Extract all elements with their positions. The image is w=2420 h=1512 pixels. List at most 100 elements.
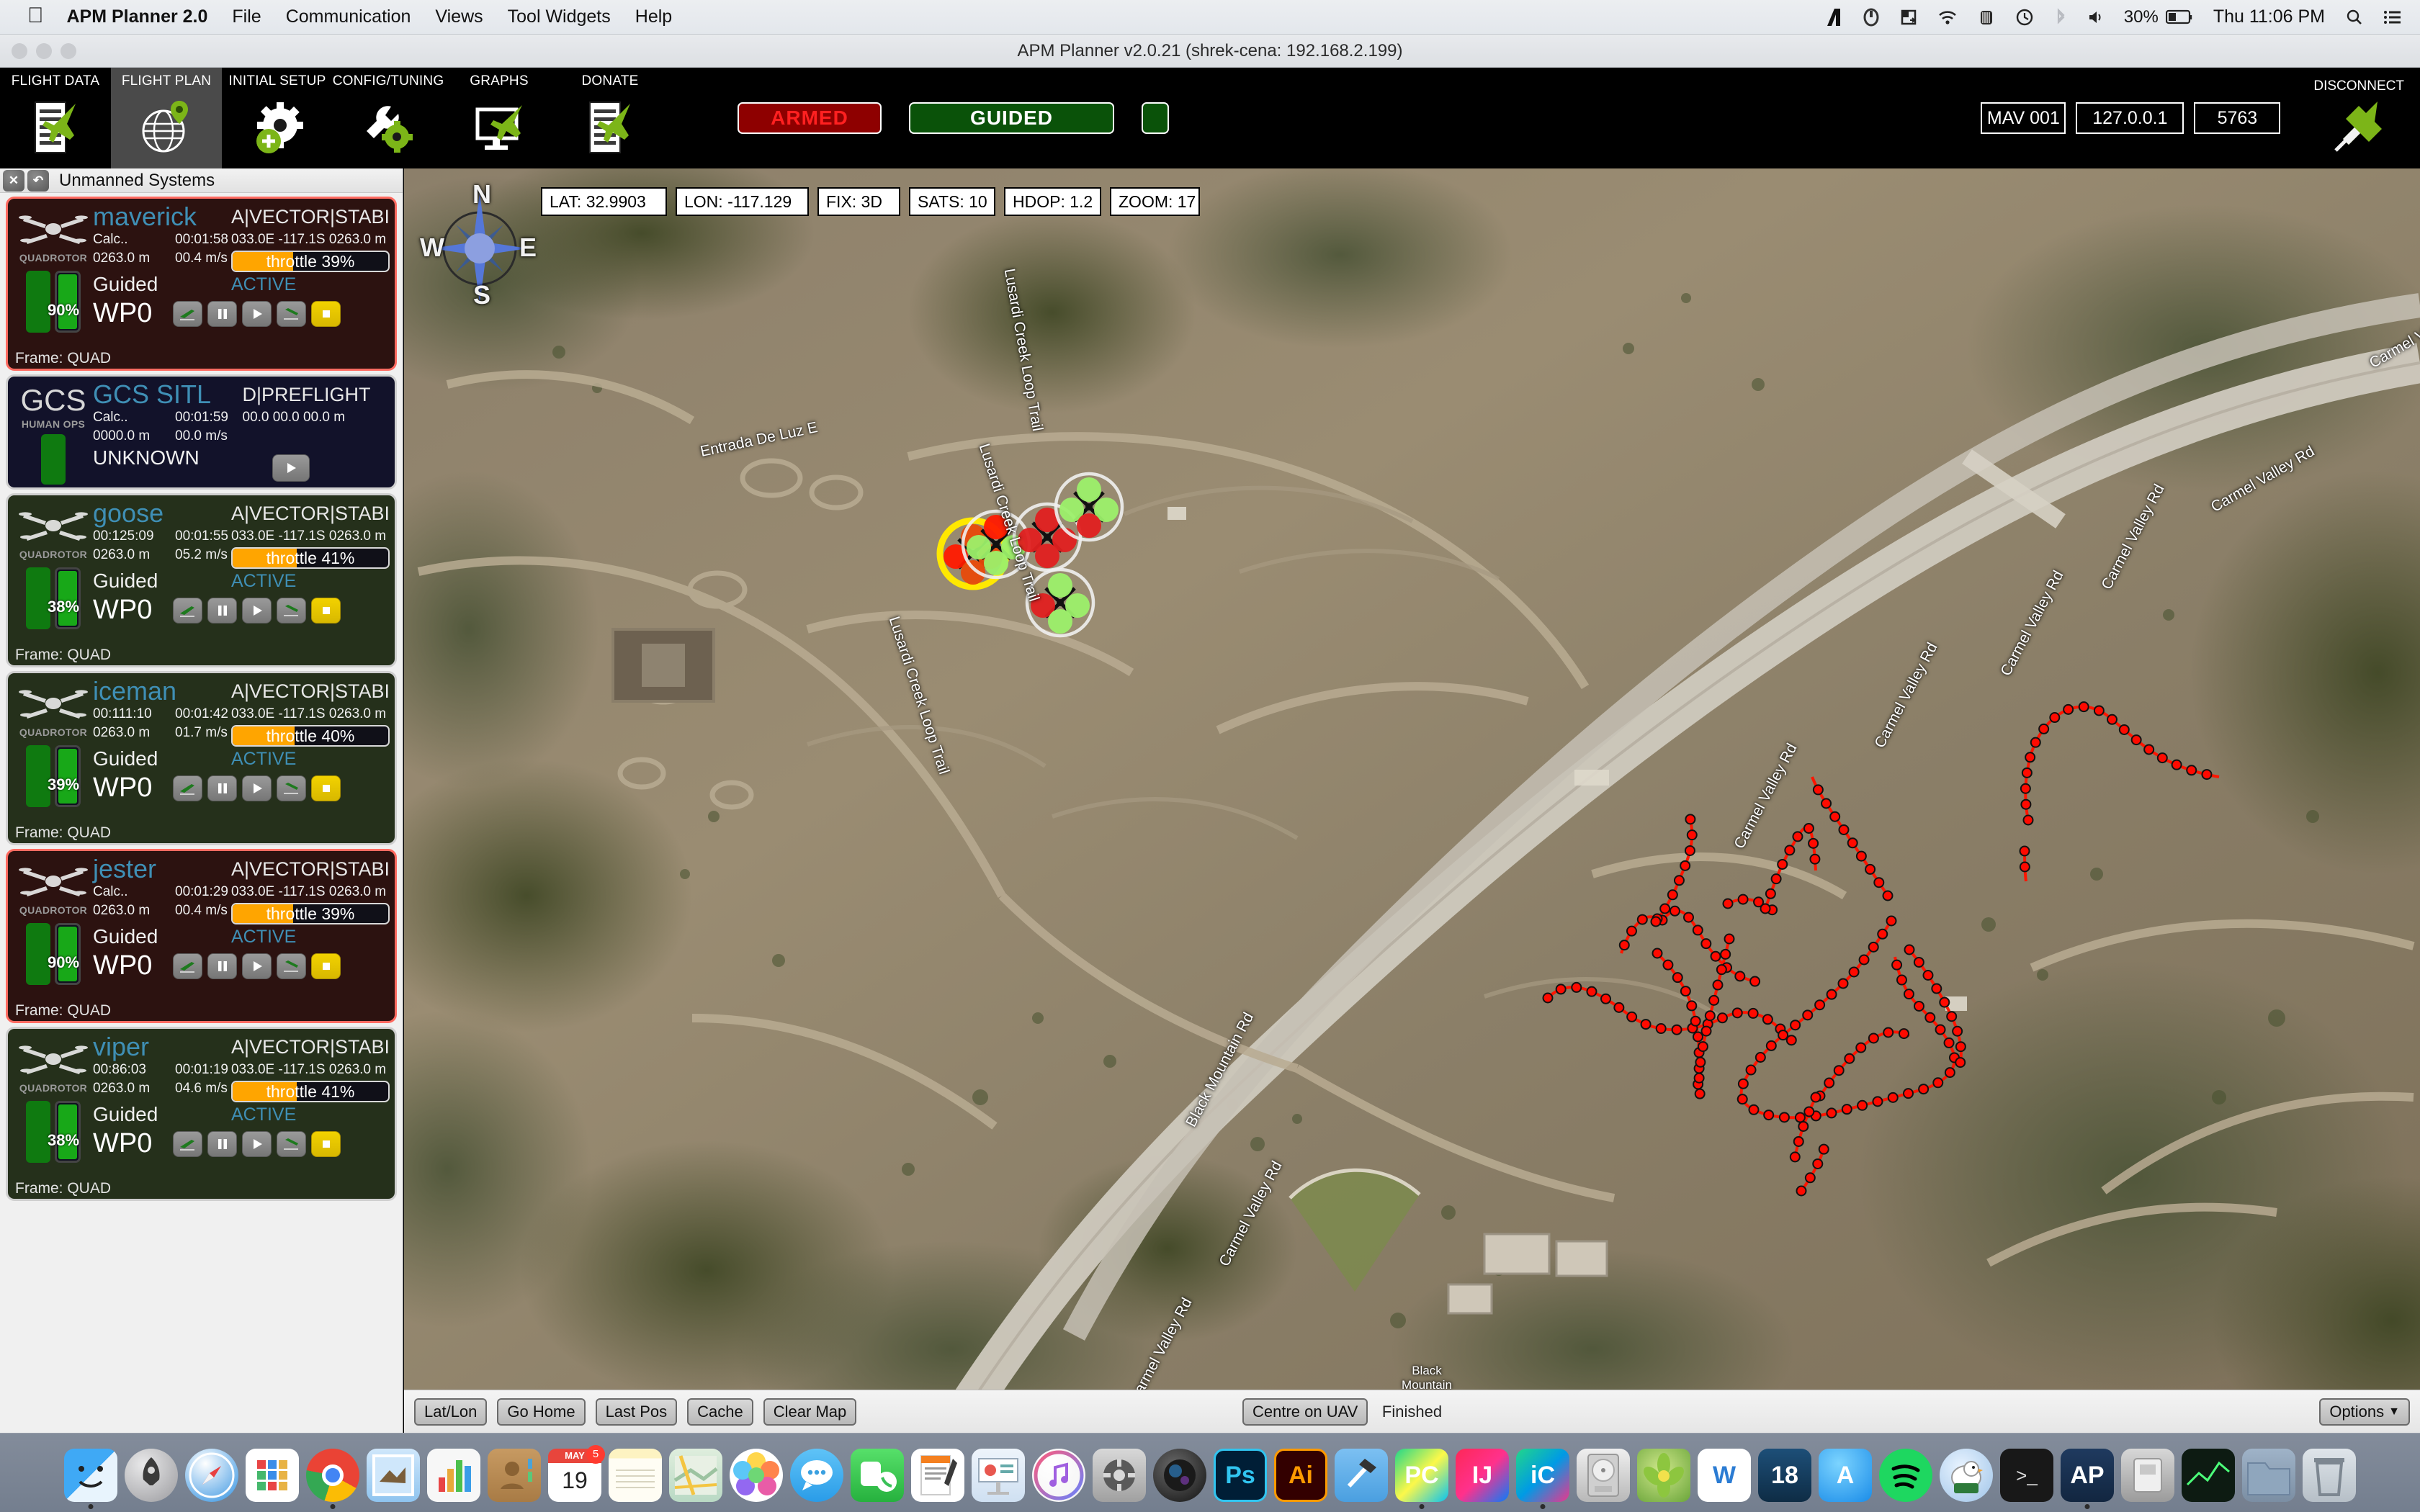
dock-icon-pycharm[interactable]: PC bbox=[1395, 1449, 1448, 1509]
battery-icon[interactable] bbox=[2165, 9, 2195, 26]
dock-icon-safari[interactable] bbox=[185, 1449, 238, 1502]
flight-mode-button[interactable]: GUIDED bbox=[909, 102, 1114, 134]
vehicle-land-button[interactable] bbox=[277, 300, 306, 327]
vehicle-stop-button[interactable] bbox=[311, 775, 341, 801]
vehicle-card-viper[interactable]: QUADROTOR 38% viper A|VECTOR|STABI 00:86… bbox=[6, 1027, 397, 1201]
notification-list-icon[interactable] bbox=[2383, 8, 2403, 27]
dock-icon-illustrator[interactable]: Ai bbox=[1274, 1449, 1327, 1502]
dock-icon-git[interactable] bbox=[1637, 1449, 1690, 1502]
map-go-home-button[interactable]: Go Home bbox=[497, 1398, 586, 1426]
uav-marker-viper[interactable] bbox=[1025, 567, 1095, 638]
dock-icon-facetime[interactable] bbox=[851, 1449, 904, 1502]
dock-icon-notes[interactable] bbox=[609, 1449, 662, 1502]
vehicle-card-gcs-sitl[interactable]: GCS HUMAN OPS GCS SITL D|PREFLIGHT Calc.… bbox=[6, 374, 397, 490]
menubar-clock[interactable]: Thu 11:06 PM bbox=[2213, 6, 2325, 27]
dock-icon-camera[interactable] bbox=[1153, 1449, 1206, 1502]
dock-icon-apmplanner[interactable]: AP bbox=[2061, 1449, 2114, 1509]
zoom-window-button[interactable] bbox=[60, 43, 76, 59]
vehicle-takeoff-button[interactable] bbox=[173, 300, 202, 327]
uav-marker-jester[interactable] bbox=[1054, 472, 1124, 542]
close-icon[interactable]: ✕ bbox=[3, 169, 24, 192]
vehicle-card-jester[interactable]: QUADROTOR 90% jester A|VECTOR|STABI Calc… bbox=[6, 849, 397, 1023]
map-canvas[interactable] bbox=[404, 168, 2420, 1433]
vehicle-play-button[interactable] bbox=[242, 1130, 272, 1157]
volume-icon[interactable] bbox=[2087, 8, 2105, 27]
vehicle-stop-button[interactable] bbox=[311, 1130, 341, 1157]
menu-tool-widgets[interactable]: Tool Widgets bbox=[508, 6, 611, 27]
search-icon[interactable] bbox=[2345, 8, 2364, 27]
port-field[interactable]: 5763 bbox=[2194, 102, 2281, 134]
vehicle-play-button[interactable] bbox=[242, 775, 272, 801]
dock-icon-chrome[interactable] bbox=[306, 1449, 359, 1509]
dock-icon-keynote[interactable] bbox=[972, 1449, 1025, 1502]
map-view[interactable]: N S W E LAT: 32.9903 LON: -117.129 FIX: 3D… bbox=[404, 168, 2420, 1433]
menu-communication[interactable]: Communication bbox=[286, 6, 411, 27]
vehicle-pause-button[interactable] bbox=[207, 1130, 237, 1157]
wifi-icon[interactable] bbox=[1937, 8, 1958, 27]
vehicle-takeoff-button[interactable] bbox=[173, 775, 202, 801]
menu-file[interactable]: File bbox=[232, 6, 261, 27]
vehicle-card-maverick[interactable]: QUADROTOR 90% maverick A|VECTOR|STABI Ca… bbox=[6, 197, 397, 371]
map-button-group[interactable]: Lat/Lon Go Home Last Pos Cache Clear Map bbox=[404, 1398, 857, 1426]
vehicle-takeoff-button[interactable] bbox=[173, 1130, 202, 1157]
dock-icon-calendar[interactable]: MAY 19 5 bbox=[548, 1445, 605, 1502]
dock-icon-graph[interactable] bbox=[2182, 1449, 2235, 1502]
status-indicator-button[interactable] bbox=[1142, 102, 1169, 134]
vehicle-pause-button[interactable] bbox=[207, 597, 237, 624]
minimize-window-button[interactable] bbox=[36, 43, 52, 59]
dock-icon-systemprefs[interactable] bbox=[1093, 1449, 1146, 1502]
vehicle-stop-button[interactable] bbox=[311, 300, 341, 327]
dock-icon-mail[interactable] bbox=[367, 1449, 420, 1502]
vehicle-play-button[interactable] bbox=[242, 300, 272, 327]
host-field[interactable]: 127.0.0.1 bbox=[2076, 102, 2184, 134]
dock-icon-messages[interactable] bbox=[790, 1449, 843, 1502]
dock-icon-contacts[interactable] bbox=[488, 1449, 541, 1502]
dock-icon-downloads[interactable] bbox=[2242, 1449, 2295, 1502]
vehicle-play-button[interactable] bbox=[242, 597, 272, 624]
close-window-button[interactable] bbox=[12, 43, 27, 59]
menubar-app-name[interactable]: APM Planner 2.0 bbox=[67, 6, 208, 27]
dock-icon-intellij[interactable]: IJ bbox=[1456, 1449, 1509, 1502]
dropbox-icon[interactable] bbox=[1862, 7, 1881, 27]
dock-icon-mapleton[interactable]: 18 bbox=[1758, 1449, 1811, 1502]
dock-icon-spotify[interactable] bbox=[1879, 1449, 1932, 1502]
apple-icon[interactable]:  bbox=[27, 4, 44, 27]
tab-initial-setup[interactable]: INITIAL SETUP bbox=[222, 68, 333, 168]
map-clear-map-button[interactable]: Clear Map bbox=[763, 1398, 857, 1426]
map-last-pos-button[interactable]: Last Pos bbox=[595, 1398, 678, 1426]
vehicle-play-button[interactable] bbox=[272, 454, 310, 482]
vehicle-play-button[interactable] bbox=[242, 953, 272, 979]
tab-config-tuning[interactable]: CONFIG/TUNING bbox=[333, 68, 444, 168]
dock-icon-trash[interactable] bbox=[2303, 1449, 2356, 1502]
vehicle-card-goose[interactable]: QUADROTOR 38% goose A|VECTOR|STABI 00:12… bbox=[6, 493, 397, 667]
vehicle-stop-button[interactable] bbox=[311, 953, 341, 979]
autodesk-icon[interactable] bbox=[1824, 7, 1843, 27]
tab-flight-plan[interactable]: FLIGHT PLAN bbox=[111, 68, 222, 168]
vehicle-card-iceman[interactable]: QUADROTOR 39% iceman A|VECTOR|STABI 00:1… bbox=[6, 671, 397, 845]
dock-icon-utility[interactable] bbox=[2121, 1449, 2174, 1502]
tab-donate[interactable]: DONATE bbox=[555, 68, 666, 168]
centre-on-uav-button[interactable]: Centre on UAV bbox=[1242, 1398, 1368, 1426]
armed-status-button[interactable]: ARMED bbox=[738, 102, 882, 134]
dock-icon-numbers[interactable] bbox=[427, 1449, 480, 1502]
tab-graphs[interactable]: GRAPHS bbox=[444, 68, 555, 168]
map-options-button[interactable]: Options ▼ bbox=[2319, 1398, 2410, 1426]
macos-dock[interactable]: MAY 19 5 Ps Ai PC IJ iC W 18 A >_ AP bbox=[0, 1433, 2420, 1512]
dock-icon-diskutil[interactable] bbox=[1577, 1449, 1630, 1502]
disconnect-button[interactable]: DISCONNECT bbox=[2313, 78, 2404, 158]
dock-icon-appstore[interactable]: A bbox=[1819, 1449, 1872, 1502]
vehicle-pause-button[interactable] bbox=[207, 300, 237, 327]
timemachine-icon[interactable] bbox=[2015, 7, 2035, 27]
map-lat-lon-button[interactable]: Lat/Lon bbox=[414, 1398, 488, 1426]
dock-icon-photoshop[interactable]: Ps bbox=[1214, 1449, 1267, 1502]
mav-id-field[interactable]: MAV 001 bbox=[1981, 102, 2066, 134]
dock-icon-dashboard[interactable] bbox=[246, 1449, 299, 1502]
dock-icon-pages[interactable] bbox=[911, 1449, 964, 1502]
dock-icon-finder[interactable] bbox=[64, 1449, 117, 1509]
dock-icon-word[interactable]: W bbox=[1698, 1449, 1751, 1502]
battery-bar-icon[interactable] bbox=[1977, 7, 1996, 27]
dock-icon-itunes[interactable] bbox=[1032, 1449, 1085, 1502]
menu-help[interactable]: Help bbox=[635, 6, 672, 27]
vehicle-land-button[interactable] bbox=[277, 953, 306, 979]
map-cache-button[interactable]: Cache bbox=[687, 1398, 753, 1426]
